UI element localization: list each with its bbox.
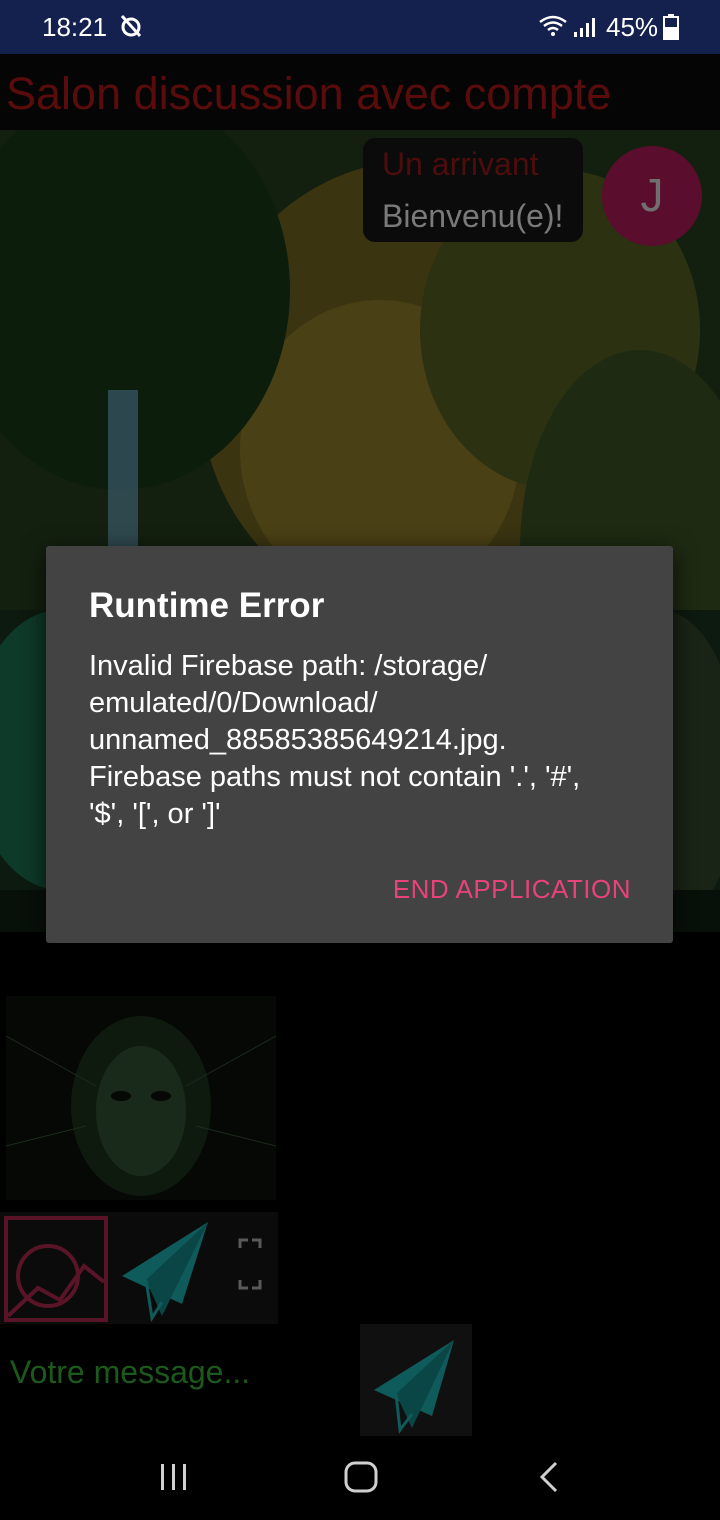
app-title: Salon discussion avec compte (6, 68, 612, 119)
battery-percent: 45% (606, 12, 659, 42)
end-application-button[interactable]: END APPLICATION (393, 874, 631, 905)
avatar[interactable]: J (602, 146, 702, 246)
back-icon[interactable] (536, 1460, 560, 1494)
send-button[interactable] (360, 1324, 472, 1436)
battery-icon (663, 14, 679, 40)
signal-icon (574, 18, 595, 37)
message-input[interactable] (10, 1348, 350, 1396)
message-text: Bienvenu(e)! (382, 198, 564, 234)
send-image-icon[interactable] (118, 1218, 214, 1322)
dialog-message-line: Invalid Firebase path: /storage/ (89, 650, 488, 682)
avatar-letter: J (640, 169, 664, 221)
dialog-message-line: '$', '[', or ']' (89, 798, 221, 830)
dialog-message-line: Firebase paths must not contain '.', '#'… (89, 761, 581, 793)
dialog-message-line: unnamed_885853856492​14.jpg. (89, 724, 507, 756)
fullscreen-icon[interactable] (236, 1236, 264, 1294)
gallery-icon[interactable] (4, 1216, 108, 1322)
alarm-off-icon (120, 14, 142, 38)
dialog-message-line: emulated/0/Download/ (89, 687, 378, 719)
send-icon (374, 1340, 454, 1434)
runtime-error-dialog: Runtime Error Invalid Firebase path: /st… (46, 546, 673, 943)
status-time: 18:21 (42, 12, 108, 42)
status-bar: 18:21 45% (0, 0, 720, 54)
shared-image[interactable] (6, 996, 276, 1200)
wifi-icon (539, 15, 567, 36)
message-author: Un arrivant (382, 146, 539, 182)
dialog-message: Invalid Firebase path: /storage/ emulate… (89, 648, 639, 833)
dialog-title: Runtime Error (89, 586, 325, 625)
home-icon[interactable] (343, 1460, 379, 1494)
recents-icon[interactable] (158, 1462, 190, 1492)
